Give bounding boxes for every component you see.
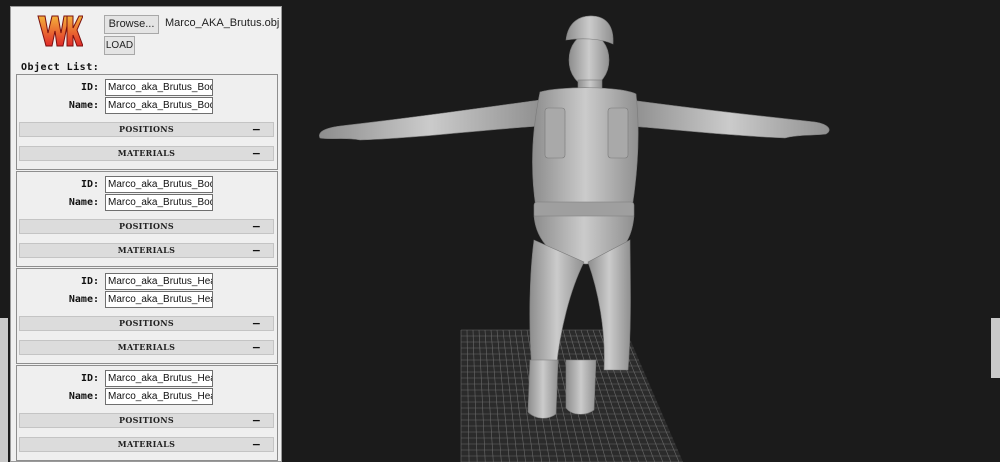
id-input[interactable]: Marco_aka_Brutus_Body [105, 176, 213, 193]
positions-section-header[interactable]: POSITIONS − [19, 219, 274, 234]
positions-label: POSITIONS [119, 124, 174, 134]
positions-label: POSITIONS [119, 221, 174, 231]
object-item: ID: Marco_aka_Brutus_Body Name: Marco_ak… [16, 171, 278, 267]
id-label: ID: [80, 179, 99, 190]
object-panel: Browse... Marco_AKA_Brutus.obj LOAD Obje… [10, 6, 282, 462]
id-label: ID: [80, 373, 99, 384]
id-label: ID: [80, 82, 99, 93]
materials-label: MATERIALS [117, 148, 176, 158]
name-label: Name: [68, 294, 99, 305]
positions-section-header[interactable]: POSITIONS − [19, 413, 274, 428]
collapse-toggle-icon[interactable]: − [252, 341, 261, 354]
name-input[interactable]: Marco_aka_Brutus_Body [105, 194, 213, 211]
name-input[interactable]: Marco_aka_Brutus_Head [105, 291, 213, 308]
name-label: Name: [68, 197, 99, 208]
materials-label: MATERIALS [117, 439, 176, 449]
wk-logo-icon [37, 15, 83, 47]
id-input[interactable]: Marco_aka_Brutus_Head [105, 370, 213, 387]
name-label: Name: [68, 100, 99, 111]
collapse-toggle-icon[interactable]: − [252, 317, 261, 330]
materials-section-header[interactable]: MATERIALS − [19, 340, 274, 355]
object-item: ID: Marco_aka_Brutus_Head Name: Marco_ak… [16, 268, 278, 364]
positions-section-header[interactable]: POSITIONS − [19, 316, 274, 331]
object-item: ID: Marco_aka_Brutus_Body. Name: Marco_a… [16, 74, 278, 170]
collapse-toggle-icon[interactable]: − [252, 123, 261, 136]
name-input[interactable]: Marco_aka_Brutus_Body. [105, 97, 213, 114]
materials-section-header[interactable]: MATERIALS − [19, 437, 274, 452]
right-edge-panel [991, 318, 1000, 378]
object-item: ID: Marco_aka_Brutus_Head Name: Marco_ak… [16, 365, 278, 461]
browse-button[interactable]: Browse... [104, 15, 159, 34]
id-input[interactable]: Marco_aka_Brutus_Body. [105, 79, 213, 96]
materials-section-header[interactable]: MATERIALS − [19, 243, 274, 258]
id-input[interactable]: Marco_aka_Brutus_Head [105, 273, 213, 290]
positions-label: POSITIONS [119, 415, 174, 425]
positions-label: POSITIONS [119, 318, 174, 328]
collapse-toggle-icon[interactable]: − [252, 438, 261, 451]
collapse-toggle-icon[interactable]: − [252, 220, 261, 233]
materials-section-header[interactable]: MATERIALS − [19, 146, 274, 161]
id-label: ID: [80, 276, 99, 287]
load-button[interactable]: LOAD [104, 36, 135, 55]
collapse-toggle-icon[interactable]: − [252, 244, 261, 257]
collapse-toggle-icon[interactable]: − [252, 147, 261, 160]
collapse-toggle-icon[interactable]: − [252, 414, 261, 427]
name-input[interactable]: Marco_aka_Brutus_Head [105, 388, 213, 405]
left-edge-panel [0, 318, 8, 462]
name-label: Name: [68, 391, 99, 402]
object-list-title: Object List: [21, 62, 100, 73]
materials-label: MATERIALS [117, 245, 176, 255]
positions-section-header[interactable]: POSITIONS − [19, 122, 274, 137]
file-name: Marco_AKA_Brutus.obj [165, 17, 280, 29]
materials-label: MATERIALS [117, 342, 176, 352]
